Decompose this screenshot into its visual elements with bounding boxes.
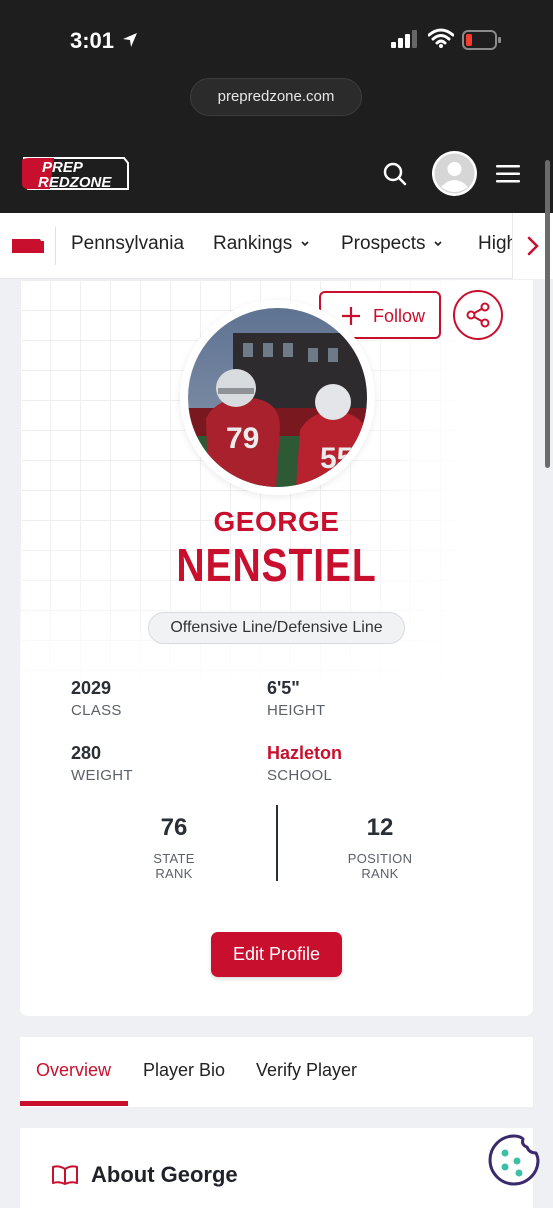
about-section: About George	[20, 1128, 533, 1208]
position-rank-label-1: POSITION	[347, 851, 413, 866]
profile-tabs: Overview Player Bio Verify Player	[20, 1037, 533, 1107]
pennsylvania-state-icon	[12, 239, 44, 253]
chevron-right-icon	[527, 236, 539, 256]
tab-player-bio[interactable]: Player Bio	[143, 1060, 225, 1081]
prep-redzone-logo[interactable]: PREP REDZONE	[20, 155, 132, 193]
cellular-signal-icon	[391, 30, 417, 48]
state-nav-bar: Pennsylvania Rankings Prospects High	[0, 213, 553, 279]
page-scrollbar[interactable]	[545, 160, 550, 468]
player-first-name: GEORGE	[213, 506, 340, 537]
default-avatar-icon	[434, 153, 475, 194]
player-last-name: NENSTIEL	[176, 539, 377, 591]
browser-url-bar: prepredzone.com	[0, 75, 553, 125]
position-rank-value: 12	[366, 814, 394, 841]
school-link[interactable]: Hazleton	[267, 743, 342, 764]
hamburger-menu-icon[interactable]	[496, 163, 520, 185]
nav-item-pennsylvania[interactable]: Pennsylvania	[71, 233, 184, 255]
chevron-down-icon	[301, 241, 309, 247]
edit-profile-button[interactable]: Edit Profile	[211, 932, 342, 977]
site-header: PREP REDZONE	[0, 125, 553, 213]
about-title: About George	[91, 1162, 238, 1187]
share-icon	[466, 302, 490, 328]
state-rank-label-1: STATE	[153, 851, 195, 866]
share-button[interactable]	[453, 290, 503, 340]
wifi-icon	[428, 28, 454, 48]
player-profile-card: Follow 79 55 GEORGE NENSTIEL Offensive L…	[20, 280, 533, 1016]
address-field[interactable]: prepredzone.com	[190, 78, 362, 116]
school-label: SCHOOL	[267, 767, 333, 784]
search-icon[interactable]	[382, 161, 408, 187]
plus-icon	[342, 307, 360, 325]
state-rank-label-2: RANK	[155, 866, 193, 881]
nav-item-prospects[interactable]: Prospects	[341, 233, 443, 255]
logo-line2: REDZONE	[38, 174, 112, 191]
tab-verify-player[interactable]: Verify Player	[256, 1060, 357, 1081]
height-label: HEIGHT	[267, 702, 326, 719]
rank-divider	[276, 805, 278, 881]
left-jersey-number: 79	[226, 422, 259, 455]
location-arrow-icon	[123, 33, 137, 47]
player-photo-image: 79 55	[188, 308, 367, 487]
status-time: 3:01	[70, 28, 115, 53]
follow-label: Follow	[373, 306, 426, 326]
status-bar: 3:01	[0, 0, 553, 75]
open-book-icon	[52, 1165, 78, 1185]
nav-item-label: Rankings	[213, 233, 293, 254]
weight-label: WEIGHT	[71, 767, 133, 784]
chevron-down-icon	[434, 241, 443, 247]
user-avatar[interactable]	[432, 151, 477, 196]
class-label: CLASS	[71, 702, 122, 719]
position-rank-label-2: RANK	[361, 866, 399, 881]
tab-overview[interactable]: Overview	[36, 1060, 111, 1081]
active-tab-indicator	[20, 1101, 128, 1106]
nav-divider	[55, 227, 56, 265]
battery-low-icon	[462, 30, 501, 50]
height-value: 6'5"	[267, 678, 300, 698]
player-photo: 79 55	[188, 308, 367, 487]
cookie-settings-icon[interactable]	[487, 1133, 541, 1187]
nav-item-rankings[interactable]: Rankings	[213, 233, 310, 255]
position-badge: Offensive Line/Defensive Line	[148, 612, 405, 644]
state-rank-value: 76	[160, 814, 188, 841]
nav-item-label: Prospects	[341, 233, 426, 254]
player-photo-frame: 79 55	[180, 300, 375, 495]
weight-value: 280	[71, 743, 102, 763]
class-value: 2029	[71, 678, 112, 698]
